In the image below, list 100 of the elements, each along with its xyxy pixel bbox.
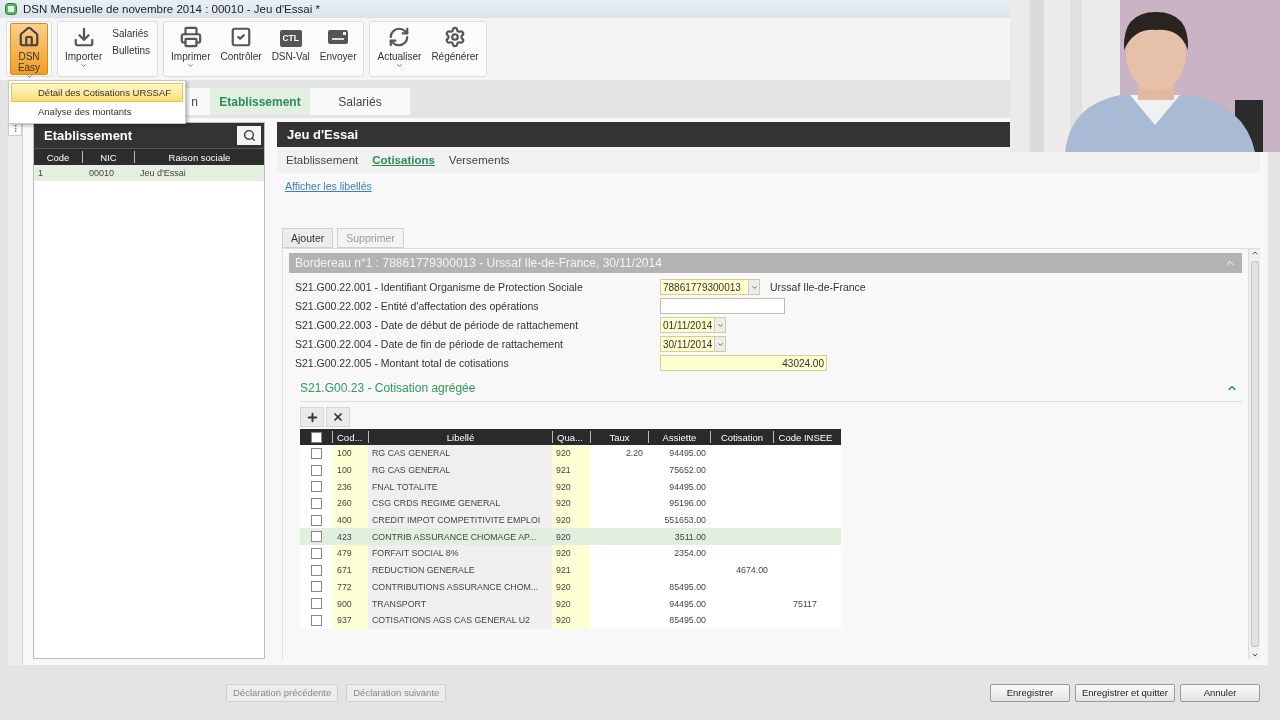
field-label: S21.G00.22.005 - Montant total de cotisations (295, 357, 510, 369)
action-button[interactable]: Ajouter (282, 228, 334, 248)
caret-icon (716, 321, 724, 329)
footer-button[interactable]: Enregistrer et quitter (1074, 683, 1175, 702)
panel-title: Jeu d'Essai (287, 127, 359, 142)
tab[interactable]: Salariés (310, 88, 410, 115)
checkbox[interactable] (310, 497, 322, 509)
column-header[interactable]: Assiette (648, 431, 710, 443)
table-cell-text: 423 (336, 530, 353, 544)
footer-button[interactable]: Annuler (1180, 683, 1260, 702)
download-icon (72, 26, 95, 48)
input-field[interactable] (660, 298, 785, 314)
column-header[interactable]: NIC (82, 151, 134, 163)
checkbox[interactable] (310, 581, 322, 593)
checkbox[interactable] (310, 481, 322, 493)
ribbon-button[interactable]: Régénérer (427, 23, 483, 75)
panel-title: Etablissement (44, 128, 133, 143)
footer-button[interactable]: Enregistrer (989, 683, 1070, 702)
table-cell-text: 94495.00 (668, 480, 707, 494)
ribbon-button[interactable]: DSN Easy (10, 23, 48, 75)
tab[interactable]: Etablissement (210, 88, 310, 115)
ribbon-button[interactable]: Actualiser (373, 23, 426, 75)
refresh-icon (388, 26, 411, 48)
table-cell-text: 1 (37, 167, 44, 180)
search-icon (242, 129, 256, 142)
checkbox[interactable] (310, 447, 322, 459)
column-header[interactable]: Code (34, 151, 82, 163)
table-cell: 479 (332, 545, 368, 562)
column-header[interactable]: Raison sociale (134, 151, 264, 163)
column-header[interactable]: Qua... (552, 431, 590, 443)
table-cell: 920 (552, 445, 590, 462)
tray-icon (327, 28, 350, 46)
show-labels-link[interactable]: Afficher les libellés (285, 180, 372, 192)
table-cell-text: Jeu d'Essai (139, 167, 187, 180)
table-cell-text: 95196.00 (668, 497, 707, 511)
table-cell-text: 2354.00 (673, 547, 707, 561)
scroll-down-icon[interactable] (1250, 651, 1259, 659)
table-cell-text: 75117 (792, 597, 818, 611)
table-cell-text: 94495.00 (668, 447, 707, 461)
table-cell-text: 85495.00 (668, 580, 707, 594)
scrollbar[interactable] (1248, 249, 1260, 659)
table-cell: 260 (332, 495, 368, 512)
checkbox[interactable] (310, 598, 322, 610)
checkbox[interactable] (310, 564, 322, 576)
table-cell: RG CAS GENERAL (368, 445, 552, 462)
checkbox[interactable] (310, 531, 322, 543)
ribbon-button[interactable]: Imprimer (167, 23, 215, 75)
search-button[interactable] (237, 126, 261, 145)
column-header[interactable]: Cotisation (710, 431, 773, 443)
menu-item[interactable]: Détail des Cotisations URSSAF (11, 83, 183, 102)
amount-field[interactable]: 43024.00 (660, 355, 827, 371)
ribbon-button[interactable]: CTL DSN-Val (267, 23, 314, 75)
field-label: S21.G00.22.003 - Date de début de période de rattachement (295, 319, 580, 331)
delete-row-button[interactable] (326, 407, 350, 427)
subtab[interactable]: Versements (448, 154, 510, 166)
table-cell: 236 (332, 478, 368, 496)
plus-icon (305, 410, 319, 424)
table-cell: 900 (332, 595, 368, 612)
column-header[interactable]: Cod... (332, 431, 368, 443)
column-header[interactable]: Taux (590, 431, 648, 443)
combo-field[interactable]: 78861779300013 (660, 279, 760, 295)
date-field[interactable]: 30/11/2014 (660, 336, 726, 352)
checkbox-icon (230, 26, 253, 48)
table-cell: 920 (552, 595, 590, 612)
checkbox[interactable] (310, 547, 322, 559)
table-cell-text: 85495.00 (668, 614, 707, 628)
checkbox[interactable] (310, 514, 322, 526)
ribbon-button[interactable]: Envoyer (315, 23, 361, 75)
printer-icon (179, 26, 202, 48)
column-header[interactable]: Code INSEE (773, 431, 837, 443)
table-cell: 920 (552, 545, 590, 562)
table-cell-text: 920 (555, 530, 572, 544)
table-cell-text: 551653.00 (663, 514, 707, 528)
table-cell-text: 00010 (88, 167, 116, 180)
table-cell-text: 4674.00 (735, 564, 769, 578)
field-label: S21.G00.22.001 - Identifiant Organisme de Protection Sociale (295, 281, 584, 293)
caret-icon (716, 340, 724, 348)
checkbox[interactable] (310, 614, 322, 626)
field-label: S21.G00.22.002 - Entité d'affectation des opérations (295, 300, 540, 312)
subtab[interactable]: Etablissement (286, 154, 359, 166)
checkbox[interactable] (310, 431, 322, 443)
ribbon-button[interactable]: Importer (61, 23, 107, 75)
column-header[interactable]: Libellé (368, 431, 552, 443)
field-label: S21.G00.22.004 - Date de fin de période de rattachement (295, 338, 564, 350)
ctl-icon: CTL (279, 29, 302, 47)
table-row[interactable]: 1 00010 Jeu d'Essai (34, 165, 264, 181)
ribbon-button[interactable]: Bulletins (108, 44, 155, 57)
menu-item[interactable]: Analyse des montants (11, 102, 183, 121)
checkbox[interactable] (310, 464, 322, 476)
gears-icon (444, 26, 466, 48)
add-row-button[interactable] (300, 407, 324, 427)
table-cell: CSG CRDS REGIME GENERAL (368, 495, 552, 512)
subtab[interactable]: Cotisations (372, 154, 435, 166)
ribbon-button[interactable]: Salariés (108, 27, 155, 40)
table-cell: 100 (332, 445, 368, 462)
date-field[interactable]: 01/11/2014 (660, 317, 726, 333)
close-icon (332, 411, 344, 423)
ribbon-button[interactable]: Contrôler (216, 23, 266, 75)
scroll-up-icon[interactable] (1250, 249, 1259, 257)
table-row[interactable]: 423 CONTRIB ASSURANCE CHOMAGE AP... 920 3511.00 (300, 528, 841, 546)
